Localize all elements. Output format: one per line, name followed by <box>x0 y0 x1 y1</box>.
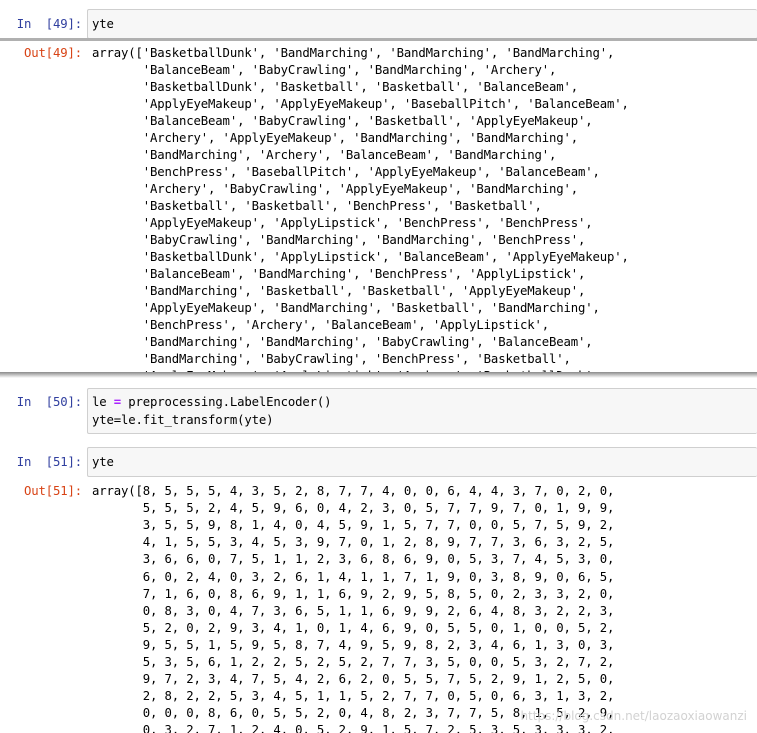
output-line: 'BalanceBeam', 'BandMarching', 'BenchPre… <box>92 267 586 281</box>
output-line: 7, 1, 6, 0, 8, 6, 9, 1, 1, 6, 9, 2, 9, 5… <box>92 586 615 601</box>
output-line: 'Archery', 'BabyCrawling', 'ApplyEyeMake… <box>92 182 578 196</box>
code-token: le <box>92 395 114 409</box>
output-line: 'BenchPress', 'BaseballPitch', 'ApplyEye… <box>92 165 600 179</box>
output-line: 3, 5, 5, 9, 8, 1, 4, 0, 4, 5, 9, 1, 5, 7… <box>92 518 615 533</box>
output-line: 'BandMarching', 'Basketball', 'Basketbal… <box>92 284 586 298</box>
output-line: 2, 8, 2, 2, 5, 3, 4, 5, 1, 1, 5, 2, 7, 7… <box>92 689 615 704</box>
code-line: yte=le.fit_transform(yte) <box>92 413 274 427</box>
code-token: le = preprocessing.LabelEncoder() <box>92 395 332 409</box>
output-line: 'BalanceBeam', 'BabyCrawling', 'Basketba… <box>92 114 593 128</box>
output-line: 'BandMarching', 'BandMarching', 'BabyCra… <box>92 335 593 349</box>
output-line: 'ApplyEyeMakeup', 'BandMarching', 'Baske… <box>92 301 600 315</box>
output-line: 'BenchPress', 'Archery', 'BalanceBeam', … <box>92 318 549 332</box>
code-line: yte <box>92 17 114 31</box>
output-line: 9, 7, 2, 3, 4, 7, 5, 4, 2, 6, 2, 0, 5, 5… <box>92 672 615 687</box>
input-prompt-51: In [51]: <box>16 455 82 469</box>
output-line: 'Archery', 'ApplyEyeMakeup', 'BandMarchi… <box>92 131 578 145</box>
output-line: array(['BasketballDunk', 'BandMarching',… <box>92 46 615 60</box>
input-prompt-49: In [49]: <box>16 17 82 31</box>
code-input-50[interactable]: le = preprocessing.LabelEncoder() yte=le… <box>87 388 757 434</box>
output-line: 3, 6, 6, 0, 7, 5, 1, 1, 2, 3, 6, 8, 6, 9… <box>92 552 615 567</box>
code-input-51[interactable]: yte <box>87 447 757 477</box>
output-line: 6, 0, 2, 4, 0, 3, 2, 6, 1, 4, 1, 1, 7, 1… <box>92 569 615 584</box>
output-line: 'BasketballDunk', 'ApplyLipstick', 'Bala… <box>92 250 629 264</box>
output-line: 9, 5, 5, 1, 5, 9, 5, 8, 7, 4, 9, 5, 9, 8… <box>92 637 615 652</box>
output-line: 5, 3, 5, 6, 1, 2, 2, 5, 2, 5, 2, 7, 7, 3… <box>92 655 615 669</box>
output-line: 'Basketball', 'Basketball', 'BenchPress'… <box>92 199 542 213</box>
output-line: 'BandMarching', 'BabyCrawling', 'BenchPr… <box>92 352 571 366</box>
scrolled-output-49[interactable]: array(['BasketballDunk', 'BandMarching',… <box>0 41 757 372</box>
assign-operator: = <box>113 395 122 409</box>
output-line: 5, 5, 5, 2, 4, 5, 9, 6, 0, 4, 2, 3, 0, 5… <box>92 501 615 516</box>
output-line: 4, 1, 5, 5, 3, 4, 5, 3, 9, 7, 0, 1, 2, 8… <box>92 535 615 550</box>
output-line: 0, 8, 3, 0, 4, 7, 3, 6, 5, 1, 1, 6, 9, 9… <box>92 603 615 618</box>
output-line: 'BalanceBeam', 'BabyCrawling', 'BandMarc… <box>92 63 557 77</box>
output-line: 0, 3, 2, 7, 1, 2, 4, 0, 5, 2, 9, 1, 5, 7… <box>92 723 615 733</box>
input-prompt-50: In [50]: <box>16 395 82 409</box>
output-line: 'BandMarching', 'Archery', 'BalanceBeam'… <box>92 148 557 162</box>
output-line: 'BasketballDunk', 'Basketball', 'Basketb… <box>92 80 578 94</box>
code-line: le = preprocessing.LabelEncoder() <box>92 395 332 409</box>
output-line: 'BabyCrawling', 'BandMarching', 'BandMar… <box>92 233 586 247</box>
output-line: 'ApplyEyeMakeup', 'ApplyEyeMakeup', 'Bas… <box>92 97 629 111</box>
output-line: 'ApplyEyeMakeup', 'ApplyLipstick', 'Benc… <box>92 216 593 230</box>
code-token: preprocessing.LabelEncoder() <box>121 395 332 409</box>
code-line: yte <box>92 455 114 469</box>
code-input-49[interactable]: yte <box>87 9 757 39</box>
output-line: 5, 2, 0, 2, 9, 3, 4, 1, 0, 1, 4, 6, 9, 0… <box>92 620 615 635</box>
output-scroll-bottom-edge <box>0 372 757 378</box>
output-line: array([8, 5, 5, 5, 4, 3, 5, 2, 8, 7, 7, … <box>92 484 615 498</box>
watermark-text: https://blog.csdn.net/laozaoxiaowanzi <box>520 709 747 723</box>
output-area-51: array([8, 5, 5, 5, 4, 3, 5, 2, 8, 7, 7, … <box>0 480 757 733</box>
